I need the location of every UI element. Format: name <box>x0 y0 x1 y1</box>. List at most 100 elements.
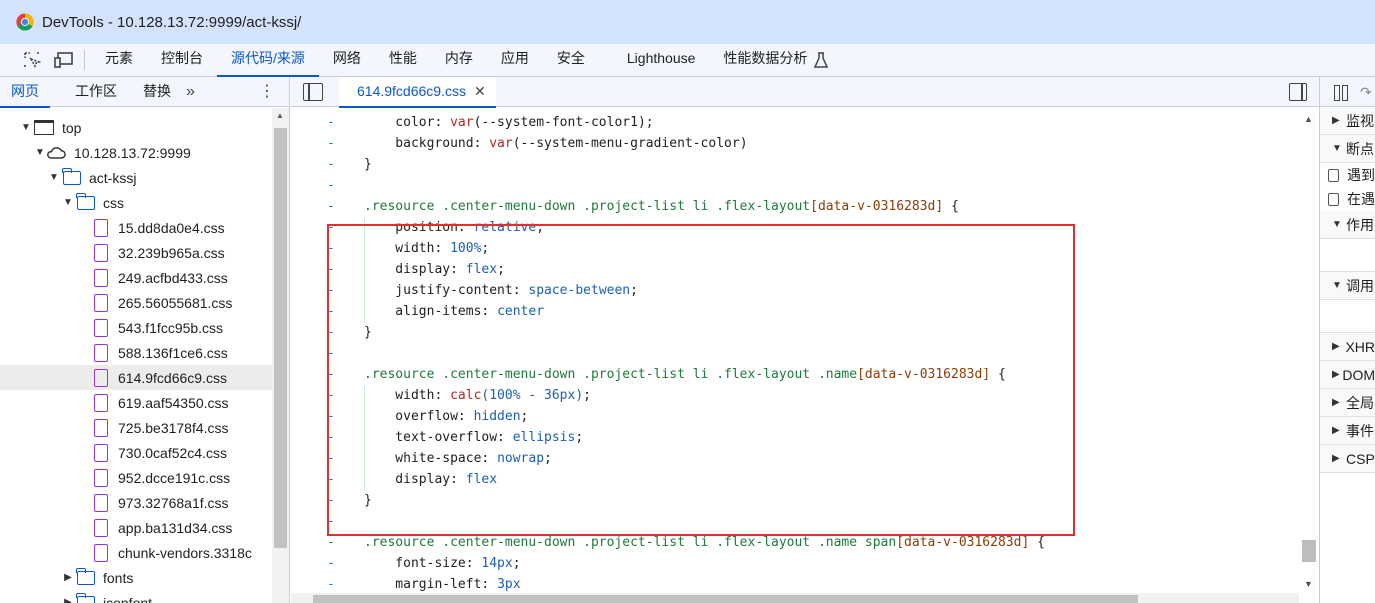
gutter-diff-marker[interactable]: - <box>327 532 339 553</box>
tab-overrides[interactable]: 替换 <box>132 77 182 107</box>
gutter-diff-marker[interactable]: - <box>327 343 339 364</box>
tab-elements[interactable]: 元素 <box>91 44 147 77</box>
expand-arrow-icon[interactable]: ▼ <box>20 122 32 133</box>
code-line[interactable]: - text-overflow: ellipsis; <box>291 427 1299 448</box>
collapse-arrow-icon[interactable]: ▶ <box>62 572 74 583</box>
code-line[interactable]: - display: flex; <box>291 259 1299 280</box>
tree-file-item[interactable]: 952.dcce191c.css <box>0 465 272 490</box>
checkbox-icon[interactable] <box>1328 168 1339 182</box>
tree-node-css-folder[interactable]: ▼ css <box>0 190 272 215</box>
tree-file-item[interactable]: chunk-vendors.3318c <box>0 540 272 565</box>
gutter-diff-marker[interactable]: - <box>327 490 339 511</box>
scrollbar-thumb[interactable] <box>313 595 1138 603</box>
code-line[interactable]: -} <box>291 322 1299 343</box>
gutter-diff-marker[interactable]: - <box>327 301 339 322</box>
code-line[interactable]: - .resource .center-menu-down .project-li… <box>291 196 1299 217</box>
code-line[interactable]: -} <box>291 490 1299 511</box>
gutter-diff-marker[interactable]: - <box>327 574 339 592</box>
editor-scrollbar[interactable]: ▲ ▼ <box>1299 108 1319 593</box>
scrollbar-thumb[interactable] <box>1302 540 1316 562</box>
scrollbar-thumb[interactable] <box>274 128 287 548</box>
section-scope[interactable]: ▼ 作用 <box>1320 211 1375 239</box>
tree-file-item[interactable]: 249.acfbd433.css <box>0 265 272 290</box>
tab-memory[interactable]: 内存 <box>431 44 487 77</box>
step-over-icon[interactable]: ↷ <box>1360 84 1372 101</box>
gutter-diff-marker[interactable]: - <box>327 427 339 448</box>
expand-arrow-icon[interactable]: ▼ <box>34 147 46 158</box>
tab-lighthouse[interactable]: Lighthouse <box>613 44 710 77</box>
tree-file-item[interactable]: 543.f1fcc95b.css <box>0 315 272 340</box>
tree-file-item[interactable]: 265.56055681.css <box>0 290 272 315</box>
gutter-diff-marker[interactable]: - <box>327 448 339 469</box>
code-line[interactable]: - .resource .center-menu-down .project-li… <box>291 532 1299 553</box>
navigator-scrollbar[interactable]: ▲ <box>272 108 289 603</box>
section-event-listener-breakpoints[interactable]: ▶ 事件 <box>1320 417 1375 445</box>
code-line[interactable]: - display: flex <box>291 469 1299 490</box>
device-toolbar-icon[interactable] <box>54 50 74 70</box>
section-dom-breakpoints[interactable]: ▶ DOM <box>1320 361 1375 389</box>
tab-console[interactable]: 控制台 <box>147 44 217 77</box>
tab-performance[interactable]: 性能 <box>375 44 431 77</box>
tree-node-iconfont-folder[interactable]: ▶ iconfont <box>0 590 272 603</box>
pause-on-caught-checkbox[interactable]: 在遇 <box>1320 187 1375 211</box>
tab-application[interactable]: 应用 <box>487 44 543 77</box>
collapse-arrow-icon[interactable]: ▶ <box>62 597 74 603</box>
gutter-diff-marker[interactable]: - <box>327 364 339 385</box>
gutter-diff-marker[interactable]: - <box>327 238 339 259</box>
gutter-diff-marker[interactable]: - <box>327 112 339 133</box>
code-line[interactable]: - justify-content: space-between; <box>291 280 1299 301</box>
code-line[interactable]: -} <box>291 154 1299 175</box>
code-line[interactable]: - align-items: center <box>291 301 1299 322</box>
code-line[interactable]: - <box>291 511 1299 532</box>
expand-arrow-icon[interactable]: ▼ <box>62 197 74 208</box>
gutter-diff-marker[interactable]: - <box>327 511 339 532</box>
tree-file-item[interactable]: 730.0caf52c4.css <box>0 440 272 465</box>
gutter-diff-marker[interactable]: - <box>327 322 339 343</box>
section-csp-breakpoints[interactable]: ▶ CSP <box>1320 445 1375 473</box>
gutter-diff-marker[interactable]: - <box>327 385 339 406</box>
code-line[interactable]: - font-size: 14px; <box>291 553 1299 574</box>
tree-file-item[interactable]: 973.32768a1f.css <box>0 490 272 515</box>
gutter-diff-marker[interactable]: - <box>327 175 339 196</box>
tree-node-host[interactable]: ▼ 10.128.13.72:9999 <box>0 140 272 165</box>
tab-performance-insights[interactable]: 性能数据分析 <box>709 44 811 77</box>
tree-file-item[interactable]: 588.136f1ce6.css <box>0 340 272 365</box>
gutter-diff-marker[interactable]: - <box>327 469 339 490</box>
section-watch[interactable]: ▶ 监视 <box>1320 107 1375 135</box>
gutter-diff-marker[interactable]: - <box>327 196 339 217</box>
scroll-up-arrow-icon[interactable]: ▲ <box>1304 114 1313 124</box>
code-line[interactable]: - .resource .center-menu-down .project-li… <box>291 364 1299 385</box>
editor-horizontal-scrollbar[interactable] <box>291 593 1299 603</box>
section-breakpoints[interactable]: ▼ 断点 <box>1320 135 1375 163</box>
scroll-down-arrow-icon[interactable]: ▼ <box>1304 579 1313 589</box>
code-view[interactable]: - color: var(--system-font-color1); - bac… <box>291 112 1299 592</box>
code-line[interactable]: - width: calc(100% - 36px); <box>291 385 1299 406</box>
inspect-element-icon[interactable] <box>22 50 42 70</box>
tree-file-item[interactable]: 15.dd8da0e4.css <box>0 215 272 240</box>
tree-file-item[interactable]: app.ba131d34.css <box>0 515 272 540</box>
gutter-diff-marker[interactable]: - <box>327 154 339 175</box>
tree-node-fonts-folder[interactable]: ▶ fonts <box>0 565 272 590</box>
close-tab-icon[interactable]: ✕ <box>474 83 486 99</box>
tree-file-item[interactable]: 725.be3178f4.css <box>0 415 272 440</box>
tree-file-item[interactable]: 619.aaf54350.css <box>0 390 272 415</box>
expand-arrow-icon[interactable]: ▼ <box>48 172 60 183</box>
tab-page[interactable]: 网页 <box>0 77 50 108</box>
tree-node-app[interactable]: ▼ act-kssj <box>0 165 272 190</box>
code-line[interactable]: - white-space: nowrap; <box>291 448 1299 469</box>
gutter-diff-marker[interactable]: - <box>327 553 339 574</box>
code-line[interactable]: - position: relative; <box>291 217 1299 238</box>
checkbox-icon[interactable] <box>1328 192 1339 206</box>
editor-file-tab[interactable]: 614.9fcd66c9.css ✕ <box>339 76 496 108</box>
tab-network[interactable]: 网络 <box>319 44 375 77</box>
tree-file-item[interactable]: 32.239b965a.css <box>0 240 272 265</box>
toggle-debugger-icon[interactable] <box>1289 83 1307 101</box>
more-options-icon[interactable]: ⋮ <box>259 83 275 101</box>
gutter-diff-marker[interactable]: - <box>327 259 339 280</box>
code-line[interactable]: - <box>291 343 1299 364</box>
section-call-stack[interactable]: ▼ 调用 <box>1320 272 1375 300</box>
gutter-diff-marker[interactable]: - <box>327 280 339 301</box>
tab-sources[interactable]: 源代码/来源 <box>217 44 319 77</box>
scroll-up-arrow-icon[interactable]: ▲ <box>276 111 284 120</box>
code-line[interactable]: - margin-left: 3px <box>291 574 1299 592</box>
